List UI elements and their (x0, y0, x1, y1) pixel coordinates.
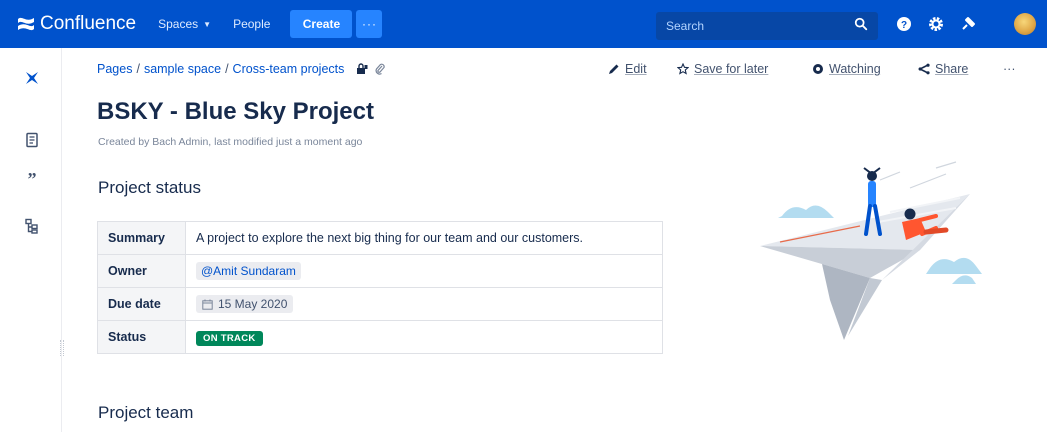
wind-lines (879, 161, 957, 189)
due-date-chip[interactable]: 15 May 2020 (196, 295, 294, 313)
owner-label: Owner (97, 254, 186, 288)
search-input[interactable]: Search (656, 12, 878, 40)
table-row: Owner @Amit Sundaram (97, 254, 663, 288)
project-status-table: Summary A project to explore the next bi… (97, 221, 663, 354)
create-more-button[interactable]: ··· (356, 10, 383, 38)
star-icon (677, 63, 689, 75)
due-date-label: Due date (97, 287, 186, 321)
table-row: Status ON TRACK (97, 320, 663, 354)
owner-mention[interactable]: @Amit Sundaram (196, 262, 301, 280)
page-actions: Edit Save for later Watching Share ··· (0, 62, 1047, 82)
person-body (868, 181, 876, 207)
page-byline: Created by Bach Admin, last modified jus… (98, 136, 363, 148)
save-for-later-button[interactable]: Save for later (677, 62, 768, 76)
summary-value: A project to explore the next big thing … (185, 221, 663, 255)
due-date-cell: 15 May 2020 (185, 287, 663, 321)
confluence-logo[interactable]: Confluence (16, 13, 136, 35)
more-actions-button[interactable]: ··· (1003, 62, 1016, 76)
search-placeholder: Search (666, 19, 705, 33)
nav-people-label: People (233, 17, 271, 31)
watching-button[interactable]: Watching (812, 62, 881, 76)
cloud-shape (952, 275, 976, 284)
status-label: Status (97, 320, 186, 354)
notifications-icon[interactable] (958, 14, 978, 34)
cloud-shape (926, 257, 982, 274)
status-cell: ON TRACK (185, 320, 663, 354)
svg-text:?: ? (901, 20, 907, 31)
person-legs (923, 227, 949, 235)
status-badge: ON TRACK (196, 331, 263, 346)
page-title: BSKY - Blue Sky Project (97, 98, 374, 125)
project-team-heading: Project team (98, 403, 194, 422)
paper-plane-illustration (760, 161, 982, 340)
calendar-icon (202, 299, 213, 310)
nav-spaces-label: Spaces (158, 17, 199, 31)
help-icon[interactable]: ? (894, 14, 914, 34)
person-head (904, 208, 916, 220)
svg-text:”: ” (28, 170, 37, 186)
share-button[interactable]: Share (918, 62, 968, 76)
due-date-value: 15 May 2020 (218, 297, 288, 311)
table-row: Due date 15 May 2020 (97, 287, 663, 321)
gear-icon[interactable] (926, 14, 946, 34)
brand-name: Confluence (40, 13, 137, 34)
sidebar-resize-handle[interactable] (60, 340, 64, 356)
avatar[interactable] (1014, 13, 1036, 35)
left-sidebar: ” (0, 48, 64, 432)
edit-label: Edit (625, 62, 647, 76)
nav-people[interactable]: People (233, 17, 270, 31)
pages-icon[interactable] (22, 130, 42, 150)
pencil-icon (609, 64, 619, 74)
share-icon (918, 63, 930, 75)
nav-spaces[interactable]: Spaces ▼ (158, 17, 211, 31)
table-row: Summary A project to explore the next bi… (97, 221, 663, 255)
project-status-heading: Project status (98, 178, 201, 197)
blog-quote-icon[interactable]: ” (22, 168, 42, 188)
confluence-icon (18, 17, 34, 31)
top-navigation: Confluence Spaces ▼ People Create ··· Se… (0, 0, 1047, 48)
owner-cell: @Amit Sundaram (185, 254, 663, 288)
search-icon (854, 17, 868, 36)
share-label: Share (935, 62, 969, 76)
chevron-down-icon: ▼ (203, 19, 212, 29)
page-tree-icon[interactable] (22, 216, 42, 236)
watching-label: Watching (829, 62, 881, 76)
summary-label: Summary (97, 221, 186, 255)
edit-button[interactable]: Edit (608, 62, 647, 76)
save-for-later-label: Save for later (694, 62, 769, 76)
eye-icon (813, 64, 823, 74)
cloud-shape (778, 205, 834, 218)
create-button[interactable]: Create (290, 10, 353, 38)
